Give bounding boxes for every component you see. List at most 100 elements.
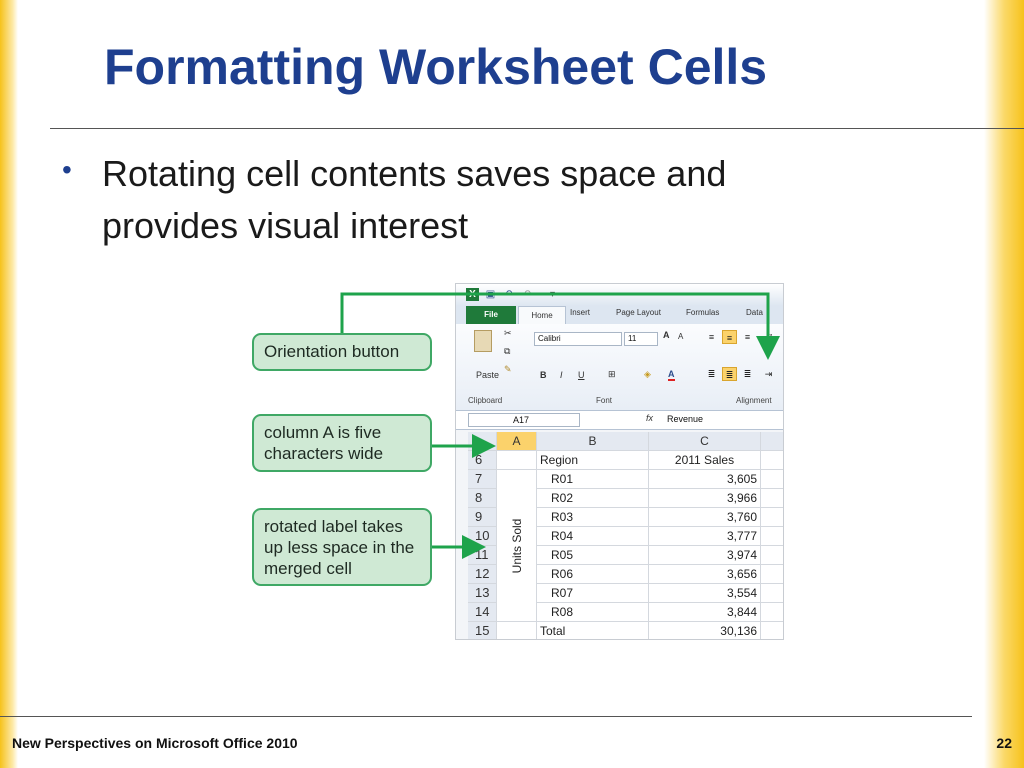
- cell-c[interactable]: 3,554: [649, 584, 761, 603]
- cell-d[interactable]: [761, 527, 783, 546]
- column-header-a[interactable]: A: [497, 432, 537, 451]
- cell-d[interactable]: [761, 622, 783, 639]
- tab-data[interactable]: Data: [746, 308, 763, 317]
- cell-b[interactable]: R06: [537, 565, 649, 584]
- cell-b[interactable]: R01: [537, 470, 649, 489]
- font-size-select[interactable]: 11: [624, 332, 658, 346]
- align-right-icon[interactable]: ≣: [740, 367, 755, 381]
- bold-button[interactable]: B: [540, 370, 547, 380]
- borders-icon[interactable]: ⊞: [608, 369, 616, 380]
- alignment-group-label: Alignment: [736, 396, 772, 405]
- callout-rotated-label: rotated label takes up less space in the…: [252, 508, 432, 586]
- fx-icon[interactable]: fx: [646, 413, 653, 423]
- align-left-icon[interactable]: ≣: [704, 367, 719, 381]
- shrink-font-icon[interactable]: A: [678, 332, 683, 341]
- cell-c[interactable]: 30,136: [649, 622, 761, 639]
- cell-c[interactable]: 3,656: [649, 565, 761, 584]
- grow-font-icon[interactable]: A: [663, 330, 670, 340]
- paste-icon[interactable]: [474, 330, 492, 352]
- orientation-icon[interactable]: ⤢: [761, 330, 776, 344]
- align-center-icon[interactable]: ≣: [722, 367, 737, 381]
- cell-d[interactable]: [761, 489, 783, 508]
- formula-bar: A17 fx Revenue: [456, 411, 783, 430]
- callout-column-a: column A is five characters wide: [252, 414, 432, 472]
- cell-b[interactable]: Region: [537, 451, 649, 470]
- top-align-icon[interactable]: ≡: [704, 330, 719, 344]
- cell-b[interactable]: R08: [537, 603, 649, 622]
- cell-c[interactable]: 3,966: [649, 489, 761, 508]
- title-divider: [50, 128, 1024, 129]
- qat-dropdown-icon[interactable]: ▾: [546, 288, 559, 301]
- italic-button[interactable]: I: [560, 370, 563, 380]
- cell-d[interactable]: [761, 470, 783, 489]
- cell-a[interactable]: [497, 622, 537, 639]
- slide-title: Formatting Worksheet Cells: [104, 39, 768, 95]
- tab-home[interactable]: Home: [518, 306, 566, 324]
- save-icon[interactable]: ▣: [484, 288, 497, 301]
- tab-file[interactable]: File: [466, 306, 516, 324]
- fill-color-icon[interactable]: ◈: [644, 369, 651, 380]
- column-header-d[interactable]: [761, 432, 783, 451]
- row-header[interactable]: 7: [468, 470, 497, 489]
- cell-c[interactable]: 3,605: [649, 470, 761, 489]
- row-header[interactable]: 8: [468, 489, 497, 508]
- cut-icon[interactable]: ✂: [504, 328, 512, 339]
- cell-d[interactable]: [761, 603, 783, 622]
- clipboard-group-label: Clipboard: [468, 396, 503, 405]
- bullet-text: Rotating cell contents saves space and p…: [102, 153, 727, 246]
- tab-insert[interactable]: Insert: [570, 308, 590, 317]
- formula-value[interactable]: Revenue: [667, 414, 703, 424]
- row-header[interactable]: 9: [468, 508, 497, 527]
- bullet-icon: •: [62, 154, 72, 185]
- footer-divider: [0, 716, 972, 717]
- tab-page-layout[interactable]: Page Layout: [616, 308, 661, 317]
- row-header[interactable]: 6: [468, 451, 497, 470]
- undo-icon[interactable]: ↶: [502, 288, 515, 301]
- row-header[interactable]: 12: [468, 565, 497, 584]
- row-header[interactable]: 10: [468, 527, 497, 546]
- cell-d[interactable]: [761, 508, 783, 527]
- cell-d[interactable]: [761, 565, 783, 584]
- rotated-label: Units Sold: [509, 518, 524, 573]
- underline-button[interactable]: U: [578, 370, 585, 380]
- cell-d[interactable]: [761, 451, 783, 470]
- excel-screenshot: X ▣ ↶ ↷ ▾ File Home Insert Page Layout F…: [455, 283, 784, 640]
- format-painter-icon[interactable]: ✎: [504, 364, 512, 375]
- cell-b[interactable]: R02: [537, 489, 649, 508]
- indent-icon[interactable]: ⇥: [761, 367, 776, 381]
- cell-c[interactable]: 3,777: [649, 527, 761, 546]
- cell-c[interactable]: 3,760: [649, 508, 761, 527]
- middle-align-icon[interactable]: ≡: [722, 330, 737, 344]
- row-header[interactable]: 14: [468, 603, 497, 622]
- row-header[interactable]: 13: [468, 584, 497, 603]
- row-header[interactable]: 15: [468, 622, 497, 639]
- page-number: 22: [996, 735, 1012, 751]
- cell-c[interactable]: 3,974: [649, 546, 761, 565]
- select-all-corner[interactable]: [468, 432, 497, 451]
- row-header[interactable]: 11: [468, 546, 497, 565]
- paste-label[interactable]: Paste: [476, 370, 499, 380]
- ribbon: Paste ✂ ⧉ ✎ Clipboard Calibri 11 A A B I…: [456, 324, 783, 411]
- redo-icon[interactable]: ↷: [522, 288, 535, 301]
- cell-b[interactable]: R04: [537, 527, 649, 546]
- copy-icon[interactable]: ⧉: [504, 346, 510, 357]
- name-box[interactable]: A17: [468, 413, 580, 427]
- footer-text: New Perspectives on Microsoft Office 201…: [12, 735, 298, 751]
- cell-d[interactable]: [761, 584, 783, 603]
- cell-b[interactable]: R07: [537, 584, 649, 603]
- bottom-align-icon[interactable]: ≡: [740, 330, 755, 344]
- font-name-select[interactable]: Calibri: [534, 332, 622, 346]
- font-color-icon[interactable]: A: [668, 369, 675, 381]
- cell-b[interactable]: R03: [537, 508, 649, 527]
- column-header-b[interactable]: B: [537, 432, 649, 451]
- cell-a[interactable]: [497, 451, 537, 470]
- merged-cell-a7-a14[interactable]: Units Sold: [497, 470, 537, 622]
- column-header-c[interactable]: C: [649, 432, 761, 451]
- cell-b[interactable]: Total: [537, 622, 649, 639]
- cell-c[interactable]: 3,844: [649, 603, 761, 622]
- tab-formulas[interactable]: Formulas: [686, 308, 719, 317]
- cell-c[interactable]: 2011 Sales: [649, 451, 761, 470]
- cell-b[interactable]: R05: [537, 546, 649, 565]
- cell-d[interactable]: [761, 546, 783, 565]
- excel-logo-icon: X: [466, 288, 479, 301]
